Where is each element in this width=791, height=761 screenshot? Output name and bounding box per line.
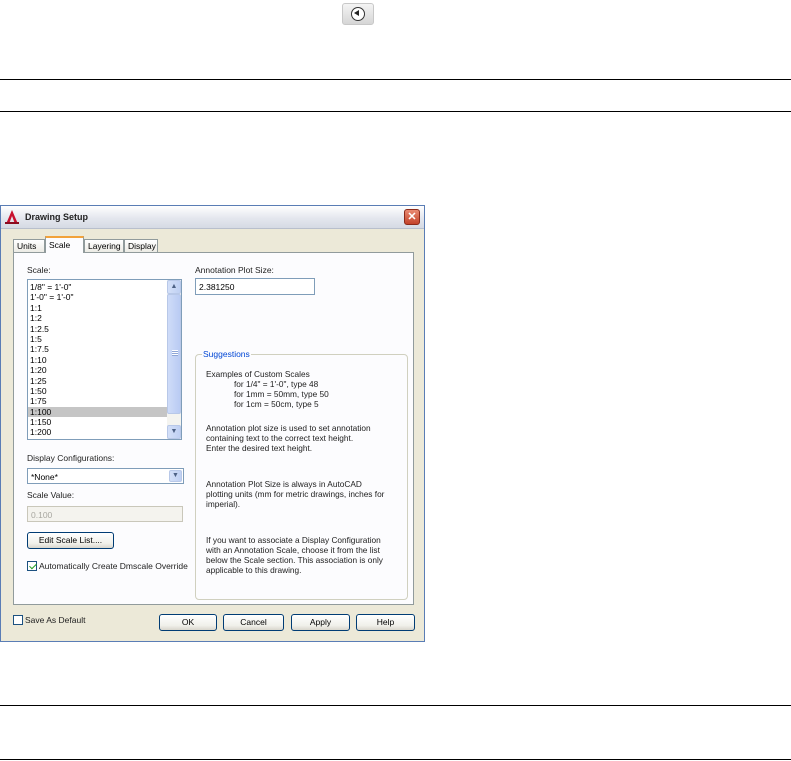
scale-list-item[interactable]: 1:150 [28,417,167,427]
scale-label: Scale: [27,265,51,275]
display-configurations-select[interactable]: *None* ▼ [27,468,184,484]
scale-list-item[interactable]: 1:100 [28,406,167,418]
annotation-plot-size-input[interactable]: 2.381250 [195,278,315,295]
suggestion-text: plotting units (mm for metric drawings, … [206,489,385,499]
suggestion-text: Annotation plot size is used to set anno… [206,423,371,433]
save-as-default-label: Save As Default [25,615,86,625]
scroll-up-icon[interactable]: ▲ [167,280,181,294]
autocad-logo-icon [5,210,19,224]
suggestions-title: Suggestions [202,349,251,359]
scale-list-item[interactable]: 1:200 [28,427,167,437]
scale-list-item[interactable]: 1:2.5 [28,324,167,334]
suggestion-text: containing text to the correct text heig… [206,433,354,443]
example-line: for 1cm = 50cm, type 5 [234,399,319,409]
scale-list-item[interactable]: 1/8" = 1'-0" [28,282,167,292]
scale-list-item[interactable]: 1:2 [28,313,167,323]
scale-list[interactable]: 1/8" = 1'-0" 1'-0" = 1'-0" 1:1 1:2 1:2.5 1:5 1… [27,279,182,440]
scale-value-label: Scale Value: [27,490,75,500]
tab-units[interactable]: Units [13,239,45,252]
examples-heading: Examples of Custom Scales [206,369,310,379]
display-configurations-value: *None* [31,472,58,482]
close-button[interactable]: ✕ [404,209,420,225]
suggestion-text: If you want to associate a Display Confi… [206,535,381,545]
scale-list-item[interactable]: 1'-0" = 1'-0" [28,292,167,302]
suggestion-text: below the Scale section. This associatio… [206,555,383,565]
drawing-setup-dialog: Drawing Setup ✕ Units Scale Layering Dis… [0,205,425,642]
divider [0,79,791,80]
suggestion-text: with an Annotation Scale, choose it from… [206,545,380,555]
cancel-button[interactable]: Cancel [223,614,284,631]
display-configurations-label: Display Configurations: [27,453,115,463]
suggestion-text: Annotation Plot Size is always in AutoCA… [206,479,362,489]
scale-tab-panel: Scale: 1/8" = 1'-0" 1'-0" = 1'-0" 1:1 1:2 1:… [13,252,414,605]
suggestion-text: Enter the desired text height. [206,443,313,453]
scale-list-item[interactable]: 1:7.5 [28,344,167,354]
scale-list-scrollbar[interactable]: ▲ ▼ [167,280,181,439]
suggestions-group: Suggestions Examples of Custom Scales fo… [195,349,408,600]
scale-value-field: 0.100 [27,506,183,522]
tab-scale[interactable]: Scale [45,236,84,253]
tab-display[interactable]: Display [124,239,158,252]
save-as-default-checkbox[interactable] [13,615,23,625]
example-line: for 1mm = 50mm, type 50 [234,389,329,399]
scroll-thumb[interactable] [167,294,181,414]
scale-list-item[interactable]: 1:75 [28,396,167,406]
scale-list-item[interactable]: 1:5 [28,334,167,344]
dialog-title: Drawing Setup [25,212,89,222]
suggestion-text: applicable to this drawing. [206,565,302,575]
title-bar: Drawing Setup ✕ [1,206,424,229]
back-circle-arrow-icon[interactable] [342,3,374,25]
edit-scale-list-button[interactable]: Edit Scale List.... [27,532,114,549]
scale-list-item[interactable]: 1:25 [28,376,167,386]
scale-list-item[interactable]: 1:50 [28,386,167,396]
scroll-down-icon[interactable]: ▼ [167,425,181,439]
scale-list-item[interactable]: 1:10 [28,355,167,365]
scale-list-item[interactable]: 1:20 [28,365,167,375]
chevron-down-icon[interactable]: ▼ [169,470,182,482]
help-button[interactable]: Help [356,614,415,631]
auto-create-dmscale-checkbox[interactable] [27,561,37,571]
auto-create-dmscale-label: Automatically Create Dmscale Override [39,561,188,571]
divider [0,705,791,706]
divider [0,759,791,760]
example-line: for 1/4" = 1'-0", type 48 [234,379,319,389]
tab-layering[interactable]: Layering [84,239,124,252]
divider [0,111,791,112]
annotation-plot-size-label: Annotation Plot Size: [195,265,274,275]
scale-list-item[interactable]: 1:1 [28,303,167,313]
suggestion-text: imperial). [206,499,241,509]
apply-button[interactable]: Apply [291,614,350,631]
ok-button[interactable]: OK [159,614,217,631]
scale-list-items: 1/8" = 1'-0" 1'-0" = 1'-0" 1:1 1:2 1:2.5 1:5 1… [28,282,167,438]
